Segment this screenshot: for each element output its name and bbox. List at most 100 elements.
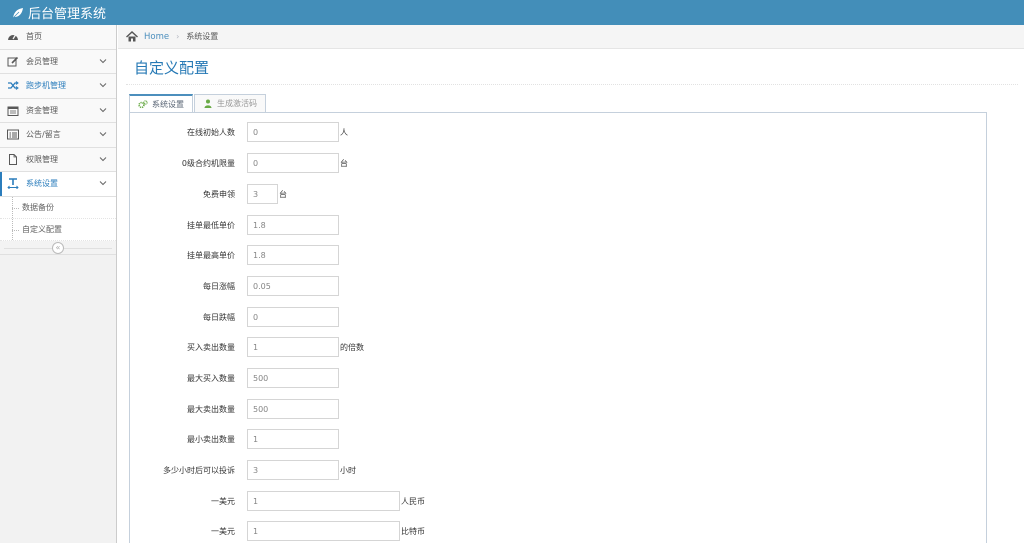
field-label: 一美元 [211, 527, 235, 536]
list-alt-icon [7, 129, 19, 140]
form-row: 一美元 人民币 [130, 491, 930, 511]
sidebar-collapse-button[interactable]: « [52, 241, 64, 254]
page-title: 自定义配置 [134, 59, 210, 77]
sidebar-item-system-settings[interactable]: 系统设置 [0, 172, 116, 197]
cogs-icon [138, 99, 148, 108]
sidebar-item-label: 权限管理 [26, 154, 58, 164]
field-label: 每日涨幅 [203, 282, 235, 291]
breadcrumb-separator-icon: › [176, 32, 180, 41]
form-row: 每日涨幅 [130, 276, 930, 296]
field-label: 最小卖出数量 [187, 435, 235, 444]
file-icon [9, 153, 17, 165]
field-label: 0级合约机限量 [181, 159, 235, 168]
sidebar-item-label: 公告/留言 [26, 130, 61, 140]
min-order-price-input[interactable] [247, 215, 339, 235]
field-label: 在线初始人数 [187, 128, 235, 137]
field-label: 挂单最高单价 [187, 251, 235, 260]
dashboard-icon [8, 34, 18, 41]
level0-contract-limit-input[interactable] [247, 153, 339, 173]
text-width-icon [7, 178, 19, 190]
tab-generate-activation-code[interactable]: 生成激活码 [194, 94, 266, 113]
sidebar-item-permissions[interactable]: 权限管理 [0, 147, 116, 172]
field-unit: 小时 [340, 466, 356, 475]
daily-rise-input[interactable] [247, 276, 339, 296]
field-unit: 的倍数 [340, 343, 364, 352]
sidebar: 首页 会员管理 跑步机管理 资金管理 公告/留言 权限管理 系统设置 数据备份 … [0, 25, 117, 543]
home-icon [126, 31, 138, 42]
form-row: 一美元 比特币 [130, 521, 930, 541]
field-label: 每日跌幅 [203, 313, 235, 322]
field-unit: 人 [340, 128, 348, 137]
chevron-down-icon[interactable] [99, 156, 107, 162]
form-row: 在线初始人数 人 [130, 122, 930, 142]
breadcrumb-current: 系统设置 [186, 32, 219, 41]
field-label: 一美元 [211, 497, 235, 506]
sidebar-item-treadmill[interactable]: 跑步机管理 [0, 74, 116, 99]
breadcrumb: Home › 系统设置 [118, 25, 1024, 49]
sidebar-item-label: 跑步机管理 [26, 81, 66, 91]
form-row: 最小卖出数量 [130, 429, 930, 449]
chevron-down-icon[interactable] [99, 58, 107, 64]
sidebar-subitem-label: 自定义配置 [22, 224, 62, 234]
field-unit: 台 [279, 190, 287, 199]
sidebar-item-home[interactable]: 首页 [0, 25, 116, 50]
form-row: 每日跌幅 [130, 307, 930, 327]
form-row: 挂单最高单价 [130, 245, 930, 265]
leaf-icon [12, 7, 23, 18]
sidebar-subitem-data-backup[interactable]: 数据备份 [0, 196, 116, 219]
sidebar-collapse-row: « [0, 240, 116, 255]
field-label: 最大卖出数量 [187, 405, 235, 414]
free-claim-input[interactable] [247, 184, 278, 204]
sidebar-item-announcements[interactable]: 公告/留言 [0, 123, 116, 148]
usd-to-cny-input[interactable] [247, 491, 400, 511]
trade-quantity-multiple-input[interactable] [247, 337, 339, 357]
form-row: 买入卖出数量 的倍数 [130, 337, 930, 357]
sidebar-item-label: 首页 [26, 32, 42, 42]
form-row: 挂单最低单价 [130, 215, 930, 235]
field-label: 免费申领 [203, 190, 235, 199]
form-row: 免费申领 台 [130, 184, 930, 204]
min-sell-quantity-input[interactable] [247, 429, 339, 449]
tab-label: 系统设置 [152, 99, 184, 109]
online-initial-count-input[interactable] [247, 122, 339, 142]
breadcrumb-home-link[interactable]: Home [144, 32, 169, 42]
sidebar-item-label: 系统设置 [26, 179, 58, 189]
sidebar-subitem-custom-config[interactable]: 自定义配置 [0, 218, 116, 241]
max-sell-quantity-input[interactable] [247, 399, 339, 419]
brand[interactable]: 后台管理系统 [12, 3, 106, 22]
tab-system-settings[interactable]: 系统设置 [129, 94, 193, 113]
chevron-down-icon[interactable] [99, 180, 107, 186]
field-unit: 台 [340, 159, 348, 168]
field-label: 挂单最低单价 [187, 221, 235, 230]
user-icon [204, 99, 212, 108]
max-buy-quantity-input[interactable] [247, 368, 339, 388]
field-unit: 比特币 [401, 527, 425, 536]
usd-to-btc-input[interactable] [247, 521, 400, 541]
calendar-icon [7, 106, 19, 116]
chevron-down-icon[interactable] [99, 82, 107, 88]
field-label: 买入卖出数量 [187, 343, 235, 352]
field-label: 最大买入数量 [187, 374, 235, 383]
chevron-down-icon[interactable] [99, 107, 107, 113]
form-row: 多少小时后可以投诉 小时 [130, 460, 930, 480]
form-row: 最大卖出数量 [130, 399, 930, 419]
tab-bar: 系统设置 生成激活码 [129, 94, 267, 113]
edit-icon [7, 56, 19, 67]
top-navbar: 后台管理系统 [0, 0, 1024, 25]
sidebar-item-members[interactable]: 会员管理 [0, 49, 116, 74]
complaint-hours-input[interactable] [247, 460, 339, 480]
sidebar-subitem-label: 数据备份 [22, 202, 54, 212]
daily-fall-input[interactable] [247, 307, 339, 327]
field-unit: 人民币 [401, 497, 425, 506]
shuffle-icon [8, 81, 19, 91]
app-title: 后台管理系统 [28, 7, 107, 22]
sidebar-item-funds[interactable]: 资金管理 [0, 98, 116, 123]
max-order-price-input[interactable] [247, 245, 339, 265]
field-label: 多少小时后可以投诉 [163, 466, 235, 475]
form-row: 0级合约机限量 台 [130, 153, 930, 173]
sidebar-item-label: 会员管理 [26, 56, 58, 66]
chevron-down-icon[interactable] [99, 131, 107, 137]
form-row: 最大买入数量 [130, 368, 930, 388]
sidebar-item-label: 资金管理 [26, 105, 58, 115]
tab-label: 生成激活码 [217, 99, 257, 108]
